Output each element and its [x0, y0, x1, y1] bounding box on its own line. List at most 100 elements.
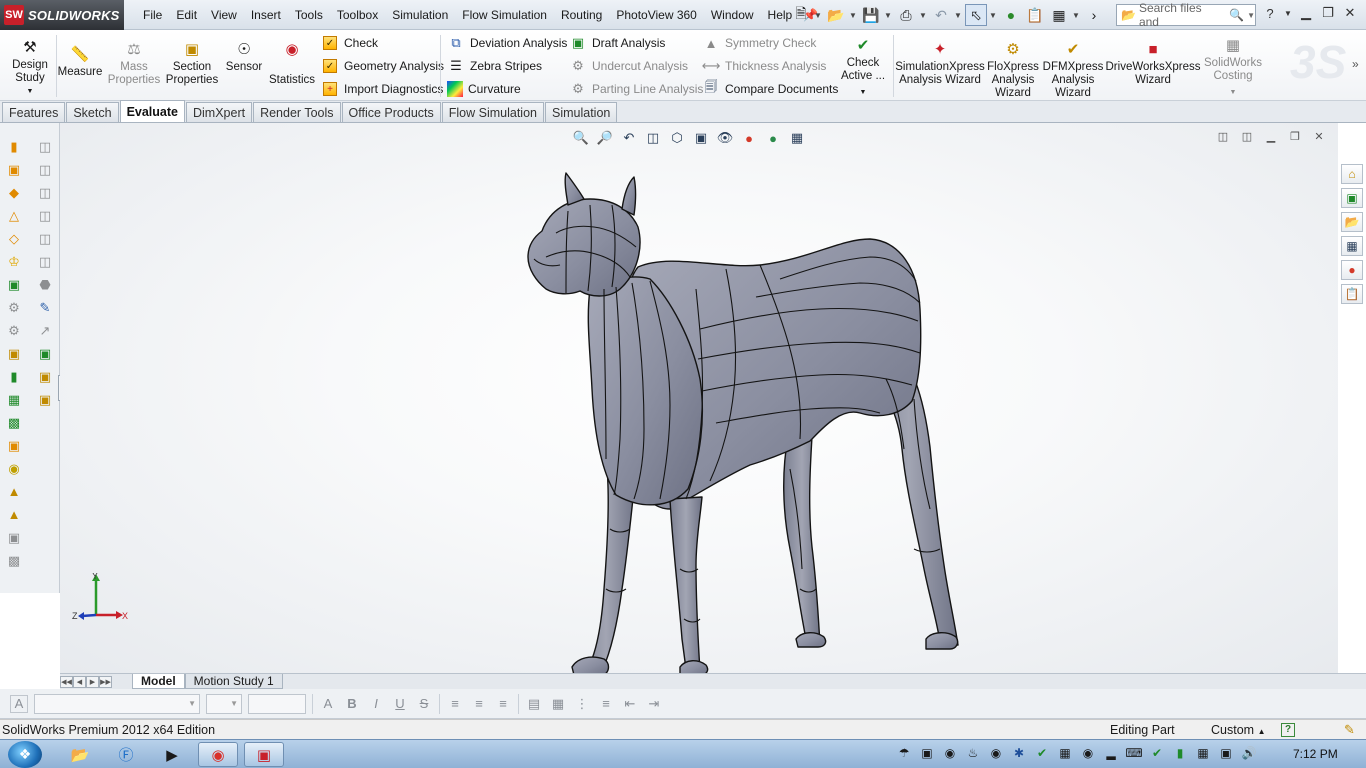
- tab-motion-study-1[interactable]: Motion Study 1: [184, 674, 283, 689]
- parting-line-analysis-button[interactable]: ⚙ Parting Line Analysis: [569, 80, 703, 98]
- measure-button[interactable]: 📏 Measure: [58, 44, 103, 79]
- monitor-icon[interactable]: ▣: [919, 744, 935, 762]
- close-icon[interactable]: ✕: [1312, 129, 1326, 143]
- menu-insert[interactable]: Insert: [244, 8, 288, 22]
- shell-icon[interactable]: ▣: [5, 344, 23, 363]
- view-left-icon[interactable]: ◫: [36, 183, 54, 202]
- revolved-boss-icon[interactable]: ▣: [5, 160, 23, 179]
- convert-entities-icon[interactable]: ▣: [36, 344, 54, 363]
- fillet-icon[interactable]: ▣: [5, 275, 23, 294]
- last-tab-icon[interactable]: ▶▶: [99, 675, 112, 688]
- tab-model[interactable]: Model: [132, 674, 185, 689]
- bullets-icon[interactable]: ⋮: [573, 695, 591, 713]
- tile-icon-2[interactable]: ◫: [1240, 129, 1254, 143]
- graphics-area[interactable]: 🔍 🔎 ↶ ◫ ⬡ ▣ 👁 ● ● ▦ ◫ ◫ ▁ ❐ ✕ Y X Z: [60, 123, 1338, 673]
- bluetooth-icon[interactable]: ✱: [1011, 744, 1027, 762]
- extruded-boss-icon[interactable]: ▮: [5, 137, 23, 156]
- sweep-icon[interactable]: ◆: [5, 183, 23, 202]
- symbols-icon[interactable]: ▦: [549, 695, 567, 713]
- minimize-icon[interactable]: ▁: [1264, 129, 1278, 143]
- view-top-icon[interactable]: ◫: [36, 229, 54, 248]
- chevron-down-icon[interactable]: ▼: [954, 11, 963, 20]
- dog-3d-model[interactable]: [520, 169, 1000, 673]
- volume-icon[interactable]: 🔊: [1241, 744, 1257, 762]
- view-settings-icon[interactable]: ▦: [788, 129, 806, 147]
- tab-render-tools[interactable]: Render Tools: [253, 102, 341, 122]
- options-icon[interactable]: ▦: [1048, 4, 1070, 26]
- chrome-taskbar-icon[interactable]: ◉: [198, 742, 238, 767]
- align-left-icon[interactable]: ≡: [446, 695, 464, 713]
- drive-icon[interactable]: ◉: [988, 744, 1004, 762]
- restore-icon[interactable]: ❐: [1320, 4, 1336, 22]
- section-properties-button[interactable]: ▣ Section Properties: [164, 39, 220, 87]
- close-icon[interactable]: ✕: [1342, 4, 1358, 22]
- view-palette-icon[interactable]: ▦: [1341, 236, 1363, 256]
- statistics-button[interactable]: ◉ Statistics: [268, 39, 316, 87]
- clock[interactable]: 7:12 PM: [1293, 747, 1338, 761]
- curves-icon[interactable]: ▲: [5, 482, 23, 501]
- view-front-icon[interactable]: ◫: [36, 137, 54, 156]
- offset-entities-icon[interactable]: ▣: [36, 367, 54, 386]
- zebra-stripes-button[interactable]: ☰ Zebra Stripes: [447, 57, 542, 75]
- text-color-icon[interactable]: A: [319, 695, 337, 713]
- hole-wizard-icon[interactable]: ▦: [5, 390, 23, 409]
- decrease-indent-icon[interactable]: ⇤: [621, 695, 639, 713]
- antivirus-icon[interactable]: ☂: [896, 744, 912, 762]
- view-right-icon[interactable]: ◫: [36, 206, 54, 225]
- chevron-down-icon[interactable]: ▼: [884, 11, 893, 20]
- import-diagnostics-button[interactable]: + Import Diagnostics: [321, 80, 443, 98]
- menu-view[interactable]: View: [204, 8, 244, 22]
- save-icon[interactable]: 💾: [860, 4, 882, 26]
- font-height-input[interactable]: [248, 693, 306, 714]
- menu-tools[interactable]: Tools: [288, 8, 330, 22]
- pattern-icon[interactable]: ▩: [5, 413, 23, 432]
- rebuild-traffic-light-icon[interactable]: ●: [1000, 4, 1022, 26]
- view-back-icon[interactable]: ◫: [36, 160, 54, 179]
- menu-photoview[interactable]: PhotoView 360: [609, 8, 704, 22]
- print-icon[interactable]: ⎙: [895, 4, 917, 26]
- solidworks-taskbar-icon[interactable]: ▣: [244, 742, 284, 767]
- start-button[interactable]: ❖: [8, 741, 42, 768]
- mirror-icon[interactable]: ▣: [5, 436, 23, 455]
- display-style-icon[interactable]: ▣: [692, 129, 710, 147]
- globe-icon[interactable]: ◉: [1080, 744, 1096, 762]
- tile-icon[interactable]: ◫: [1216, 129, 1230, 143]
- minimize-icon[interactable]: ▁: [1298, 4, 1314, 22]
- chevron-down-icon[interactable]: ▼: [1247, 11, 1255, 20]
- apply-scene-icon[interactable]: ●: [764, 129, 782, 147]
- new-document-icon[interactable]: 🗎: [790, 4, 812, 26]
- menu-flow-simulation[interactable]: Flow Simulation: [455, 8, 554, 22]
- file-properties-icon[interactable]: 📋: [1024, 4, 1046, 26]
- underline-button[interactable]: U: [391, 695, 409, 713]
- draft-analysis-button[interactable]: ▣ Draft Analysis: [569, 34, 666, 52]
- first-tab-icon[interactable]: ◀◀: [60, 675, 73, 688]
- section-view-icon[interactable]: ◫: [644, 129, 662, 147]
- mass-properties-button[interactable]: ⚖ Mass Properties: [106, 39, 162, 87]
- sensor-button[interactable]: ☉ Sensor: [224, 39, 264, 74]
- undo-icon[interactable]: ↶: [930, 4, 952, 26]
- solidworks-costing-button[interactable]: ▦ SolidWorks Costing ▼: [1202, 35, 1264, 99]
- curvature-button[interactable]: Curvature: [447, 80, 521, 98]
- search-input[interactable]: 📂 Search files and 🔍 ▼: [1116, 1, 1256, 29]
- display-icon[interactable]: ▣: [1218, 744, 1234, 762]
- floxpress-button[interactable]: ⚙ FloXpress Analysis Wizard: [984, 39, 1042, 100]
- thickness-analysis-button[interactable]: ⟷ Thickness Analysis: [702, 57, 827, 75]
- check-button[interactable]: ✓ Check: [321, 34, 378, 52]
- instant3d-icon[interactable]: ▲: [5, 505, 23, 524]
- tab-flow-simulation[interactable]: Flow Simulation: [441, 102, 544, 122]
- restore-icon[interactable]: ❐: [1288, 129, 1302, 143]
- check-active-button[interactable]: ✔ Check Active ... ▼: [836, 35, 890, 99]
- dome-icon[interactable]: ▣: [5, 528, 23, 547]
- deviation-analysis-button[interactable]: ⧉ Deviation Analysis: [447, 34, 567, 52]
- chevron-down-icon[interactable]: ▼: [849, 11, 858, 20]
- strikethrough-button[interactable]: S: [415, 695, 433, 713]
- network-activity-icon[interactable]: ◉: [942, 744, 958, 762]
- zoom-to-area-icon[interactable]: 🔎: [596, 129, 614, 147]
- menu-file[interactable]: File: [136, 8, 169, 22]
- trim-entities-icon[interactable]: ▣: [36, 390, 54, 409]
- align-center-icon[interactable]: ≡: [470, 695, 488, 713]
- help-icon[interactable]: ?: [1262, 4, 1278, 22]
- solidworks-resources-icon[interactable]: ⌂: [1341, 164, 1363, 184]
- loft-icon[interactable]: △: [5, 206, 23, 225]
- design-library-icon[interactable]: ▣: [1341, 188, 1363, 208]
